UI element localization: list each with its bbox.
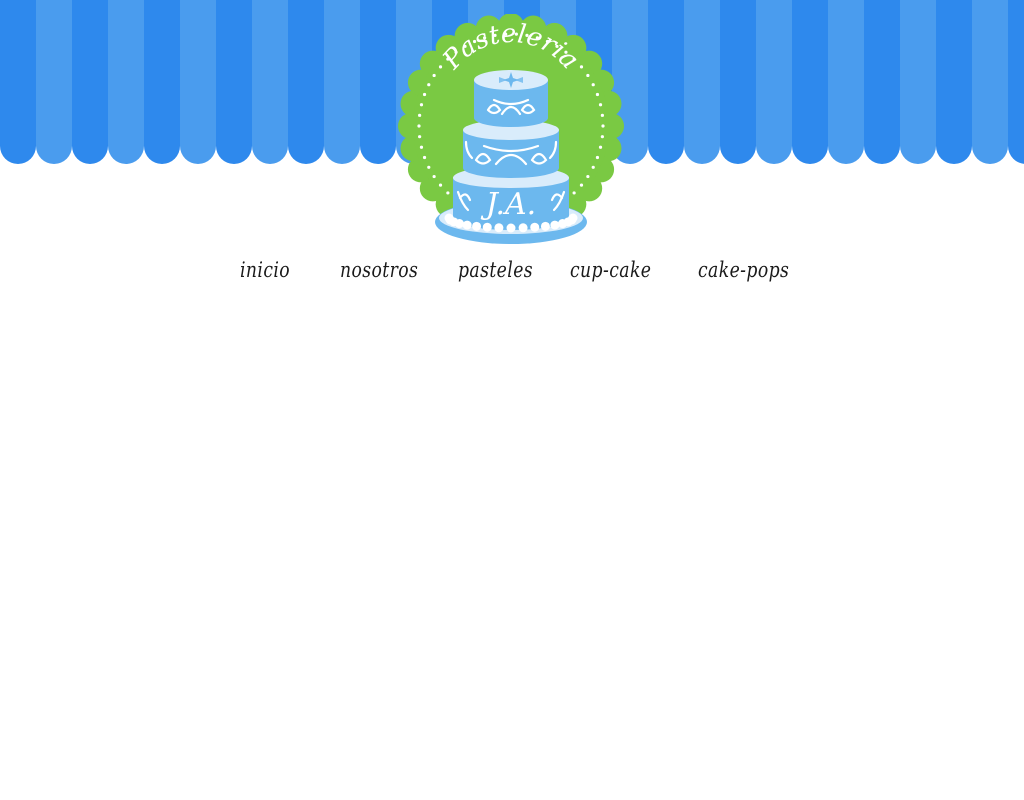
awning-stripe — [720, 0, 756, 164]
awning-stripe — [648, 0, 684, 164]
main-navigation: inicio nosotros pasteles cup-cake cake-p… — [0, 252, 1024, 288]
awning-stripe — [972, 0, 1008, 164]
awning-stripe — [252, 0, 288, 164]
page: Pasteleria J.A. inicio nosotros pasteles… — [0, 0, 1024, 800]
awning-stripe — [1008, 0, 1024, 164]
pasteleria-logo[interactable]: Pasteleria J.A. — [396, 14, 626, 248]
awning-stripe — [216, 0, 252, 164]
awning-stripe — [108, 0, 144, 164]
awning-stripe — [792, 0, 828, 164]
awning-stripe — [360, 0, 396, 164]
awning-stripe — [828, 0, 864, 164]
awning-stripe — [72, 0, 108, 164]
nav-link-pasteles[interactable]: pasteles — [458, 252, 533, 288]
awning-stripe — [684, 0, 720, 164]
nav-link-cup-cake[interactable]: cup-cake — [570, 252, 651, 288]
awning-stripe — [900, 0, 936, 164]
nav-link-nosotros[interactable]: nosotros — [340, 252, 418, 288]
awning-stripe — [0, 0, 36, 164]
awning-stripe — [324, 0, 360, 164]
awning-stripe — [756, 0, 792, 164]
awning-stripe — [936, 0, 972, 164]
nav-link-inicio[interactable]: inicio — [240, 252, 290, 288]
awning-stripe — [288, 0, 324, 164]
nav-link-cake-pops[interactable]: cake-pops — [698, 252, 789, 288]
awning-stripe — [144, 0, 180, 164]
awning-stripe — [864, 0, 900, 164]
logo-monogram: J.A. — [480, 187, 536, 222]
awning-stripe — [36, 0, 72, 164]
awning-stripe — [180, 0, 216, 164]
